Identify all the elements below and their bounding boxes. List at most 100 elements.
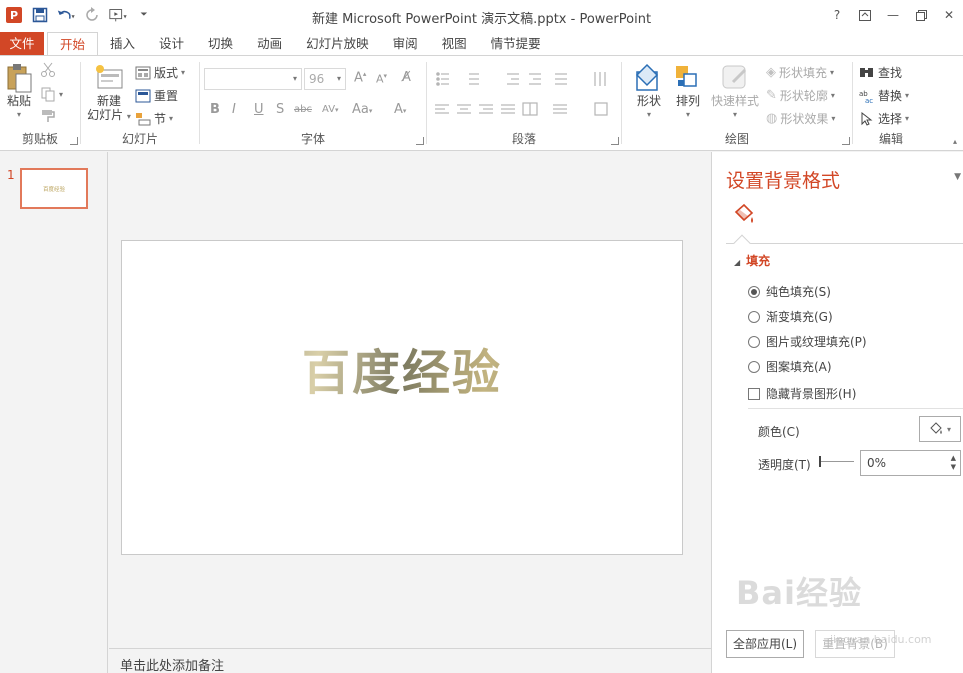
help-button[interactable]: ? <box>823 4 851 26</box>
picture-fill-label: 图片或纹理填充(P) <box>766 335 867 349</box>
select-button[interactable]: 选择 ▾ <box>859 110 909 127</box>
picture-fill-option[interactable]: 图片或纹理填充(P) <box>748 333 867 350</box>
font-size-box[interactable]: 96 ▾ <box>304 68 346 90</box>
picture-fill-radio[interactable] <box>748 335 760 348</box>
grow-font-icon[interactable]: A▴ <box>354 70 366 85</box>
pattern-fill-option[interactable]: 图案填充(A) <box>748 358 832 375</box>
color-label: 颜色(C) <box>758 425 800 439</box>
pane-options-icon[interactable]: ▼ <box>954 172 961 182</box>
paragraph-row2-icons[interactable] <box>435 102 615 118</box>
find-button[interactable]: 查找 <box>859 64 902 81</box>
new-slide-icon <box>96 65 123 89</box>
slide-thumbnail[interactable]: 百度经验 <box>20 168 88 209</box>
section-label: 节 <box>154 112 167 126</box>
paint-bucket-icon <box>930 422 942 434</box>
tab-home[interactable]: 开始 <box>47 32 99 56</box>
tab-view[interactable]: 视图 <box>430 32 479 56</box>
font-size-value: 96 <box>309 72 325 86</box>
arrange-button[interactable]: 排列 ▾ <box>670 62 706 122</box>
paragraph-group: 段落 <box>427 58 621 149</box>
new-slide-button[interactable]: 新建 幻灯片 ▾ <box>85 62 133 124</box>
quick-styles-label: 快速样式 <box>710 94 759 108</box>
tab-animations[interactable]: 动画 <box>245 32 294 56</box>
tab-transitions[interactable]: 切换 <box>196 32 245 56</box>
slide-title-text[interactable]: 百度经验 <box>122 333 682 403</box>
shadow-icon[interactable]: S <box>276 102 284 117</box>
change-case-icon[interactable]: Aa▾ <box>352 102 372 117</box>
transparency-input[interactable]: 0% ▲ ▼ <box>860 450 961 476</box>
tab-storyboarding[interactable]: 情节提要 <box>479 32 553 56</box>
find-icon <box>860 67 873 77</box>
thumbnail-number: 1 <box>7 168 15 182</box>
cut-button[interactable] <box>40 62 56 78</box>
tab-insert[interactable]: 插入 <box>98 32 147 56</box>
shape-fill-button[interactable]: ◈ 形状填充 ▾ <box>766 64 834 81</box>
gradient-fill-radio[interactable] <box>748 310 760 323</box>
strikethrough-icon[interactable]: abc <box>294 104 312 115</box>
window-controls: ? — ✕ <box>823 4 963 26</box>
transparency-slider-thumb[interactable] <box>819 456 821 467</box>
restore-button[interactable] <box>907 4 935 26</box>
layout-button[interactable]: 版式 ▾ <box>135 64 185 81</box>
quick-styles-button[interactable]: 快速样式 ▾ <box>708 62 762 122</box>
apply-to-all-button[interactable]: 全部应用(L) <box>726 630 804 658</box>
minimize-button[interactable]: — <box>879 4 907 26</box>
notes-pane[interactable]: 单击此处添加备注 <box>109 648 711 673</box>
shapes-icon <box>635 63 659 91</box>
fill-section-header[interactable]: ◢ 填充 <box>734 252 770 269</box>
drawing-dialog-launcher[interactable] <box>842 137 850 145</box>
tab-design[interactable]: 设计 <box>147 32 196 56</box>
clipboard-group: 粘贴 ▾ ▾ 剪贴板 <box>0 58 80 149</box>
fill-tab-icon[interactable] <box>730 202 756 228</box>
replace-button[interactable]: ab ac 替换 ▾ <box>859 87 909 104</box>
find-label: 查找 <box>878 66 903 80</box>
close-button[interactable]: ✕ <box>935 4 963 26</box>
character-spacing-icon[interactable]: AV▾ <box>322 104 339 115</box>
hide-background-graphics-checkbox[interactable] <box>748 387 760 400</box>
tab-slideshow[interactable]: 幻灯片放映 <box>294 32 381 56</box>
copy-button[interactable]: ▾ <box>40 86 63 102</box>
paste-button[interactable]: 粘贴 ▾ <box>4 62 34 122</box>
fill-color-button[interactable]: ▾ <box>919 416 961 442</box>
paragraph-row1-icons[interactable] <box>435 70 615 88</box>
format-painter-button[interactable] <box>40 108 56 124</box>
select-icon <box>861 111 873 126</box>
clipboard-group-label: 剪贴板 <box>21 132 58 146</box>
reset-button[interactable]: 重置 <box>135 87 178 104</box>
tab-review[interactable]: 审阅 <box>381 32 430 56</box>
solid-fill-radio[interactable] <box>748 285 760 298</box>
shape-outline-button[interactable]: ✎ 形状轮廓 ▾ <box>766 87 835 104</box>
paragraph-dialog-launcher[interactable] <box>611 137 619 145</box>
shape-effects-button[interactable]: ◍ 形状效果 ▾ <box>766 110 835 127</box>
font-dialog-launcher[interactable] <box>416 137 424 145</box>
pattern-fill-radio[interactable] <box>748 360 760 373</box>
format-painter-icon <box>42 110 55 122</box>
transparency-spinner[interactable]: ▲ ▼ <box>951 454 956 472</box>
solid-fill-option[interactable]: 纯色填充(S) <box>748 283 831 300</box>
shrink-font-icon[interactable]: A▾ <box>376 72 387 86</box>
underline-icon[interactable]: U <box>254 102 264 117</box>
clipboard-dialog-launcher[interactable] <box>70 137 78 145</box>
bold-icon[interactable]: B <box>210 102 220 117</box>
section-button[interactable]: 节 ▾ <box>135 110 173 127</box>
shapes-button[interactable]: 形状 ▾ <box>628 62 670 122</box>
reset-label: 重置 <box>154 89 179 103</box>
ribbon-display-options-button[interactable] <box>851 4 879 26</box>
collapse-ribbon-icon[interactable]: ▴ <box>953 137 957 146</box>
tab-file[interactable]: 文件 <box>0 32 44 56</box>
shape-fill-icon: ◈ <box>766 65 776 80</box>
transparency-slider[interactable] <box>820 461 854 462</box>
italic-icon[interactable]: I <box>232 102 236 117</box>
font-name-box[interactable]: ▾ <box>204 68 302 90</box>
svg-text:ac: ac <box>865 97 873 103</box>
font-color-icon[interactable]: A▾ <box>394 102 406 117</box>
clear-formatting-icon[interactable]: A̸ <box>402 70 411 85</box>
section-icon <box>136 112 151 125</box>
arrange-icon <box>676 66 697 87</box>
transparency-value: 0% <box>867 456 887 470</box>
slide-canvas[interactable]: 百度经验 <box>121 240 683 555</box>
hide-background-graphics-option[interactable]: 隐藏背景图形(H) <box>748 385 856 402</box>
drawing-group-label: 绘图 <box>724 132 749 146</box>
gradient-fill-option[interactable]: 渐变填充(G) <box>748 308 833 325</box>
layout-label: 版式 <box>154 66 179 80</box>
